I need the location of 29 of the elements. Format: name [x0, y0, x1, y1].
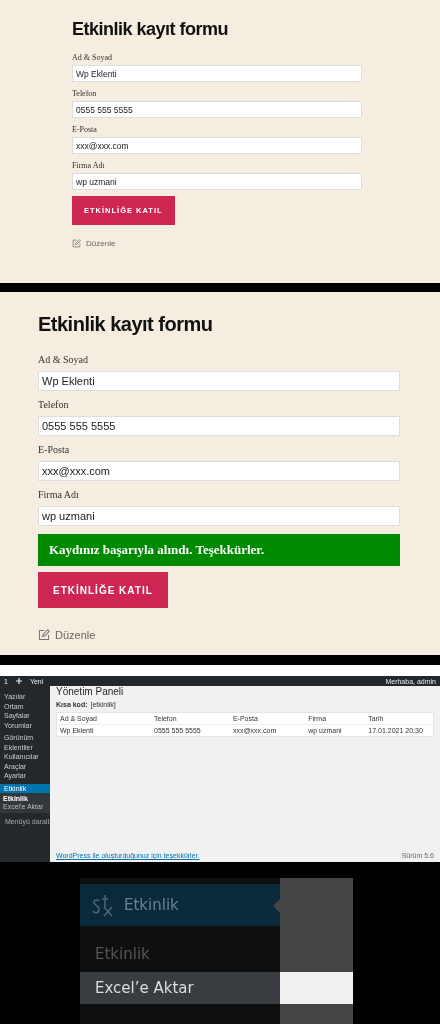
- field-label: Telefon: [38, 399, 69, 411]
- logo-icon: [92, 893, 114, 917]
- page-title: Yönetim Paneli: [56, 686, 125, 697]
- menu-item[interactable]: Excel’e Aktar: [80, 972, 280, 1004]
- edit-link[interactable]: Düzenle: [38, 629, 96, 641]
- edit-icon: [38, 629, 50, 641]
- field-label: E-Posta: [72, 124, 97, 135]
- edit-icon: [72, 239, 81, 248]
- field-label: E-Posta: [38, 444, 70, 456]
- input-field[interactable]: xxx@xxx.com: [72, 137, 362, 154]
- input-field[interactable]: wp uzmani: [38, 506, 400, 526]
- input-field[interactable]: 0555 555 5555: [72, 101, 362, 118]
- input-field[interactable]: 0555 555 5555: [38, 416, 400, 436]
- input-field[interactable]: Wp Eklenti: [72, 65, 362, 82]
- success-message: Kaydınız başarıyla alındı. Teşekkürler.: [38, 534, 400, 566]
- menu-header[interactable]: Etkinlik: [80, 884, 280, 926]
- edit-link[interactable]: Düzenle: [72, 239, 116, 248]
- form-title: Etkinlik kayıt formu: [72, 18, 229, 41]
- plus-icon[interactable]: [15, 678, 22, 684]
- input-field[interactable]: Wp Eklenti: [38, 371, 400, 391]
- form-title: Etkinlik kayıt formu: [38, 312, 213, 337]
- input-field[interactable]: xxx@xxx.com: [38, 461, 400, 481]
- field-label: Firma Adı: [72, 160, 105, 171]
- field-label: Ad & Soyad: [72, 52, 112, 63]
- field-label: Telefon: [72, 88, 97, 99]
- field-label: Firma Adı: [38, 489, 79, 501]
- submit-button[interactable]: ETKİNLİĞE KATIL: [38, 572, 168, 608]
- field-label: Ad & Soyad: [38, 354, 88, 366]
- input-field[interactable]: wp uzmani: [72, 173, 362, 190]
